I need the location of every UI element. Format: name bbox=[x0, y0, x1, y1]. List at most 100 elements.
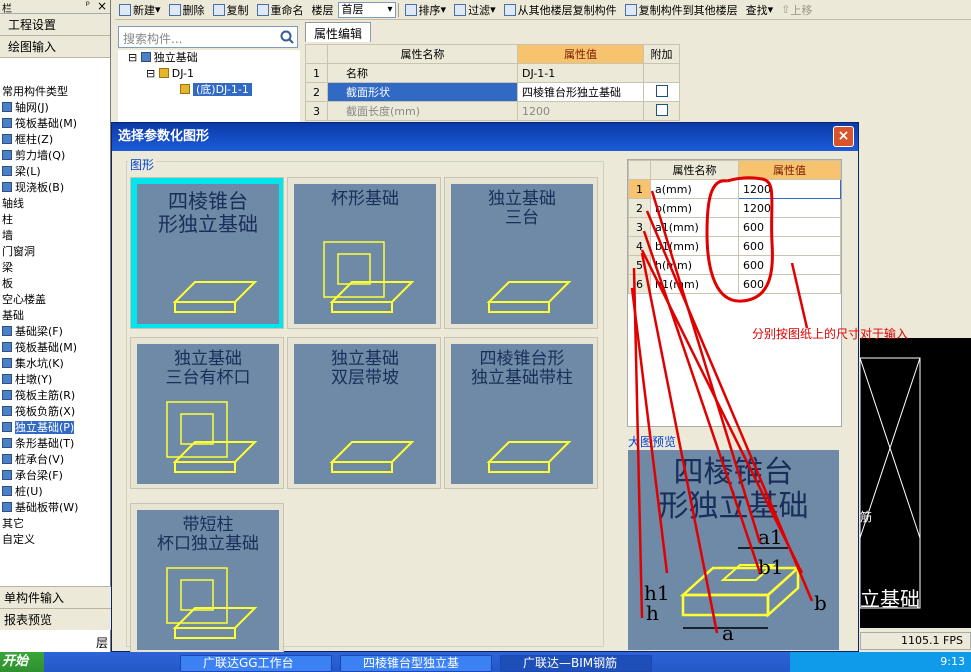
taskbar-item[interactable]: 广联达GG工作台 bbox=[180, 655, 332, 672]
copy-from-floor-button[interactable]: 从其他楼层复制构件 bbox=[500, 1, 621, 19]
property-grid: 属性名称 属性值 附加 1 名称 DJ-1-1 2 截面形状 四棱锥台形独立基础… bbox=[305, 44, 680, 121]
delete-button[interactable]: 删除 bbox=[165, 1, 209, 19]
shape-tile[interactable]: 独立基础 三台有杯口 bbox=[130, 337, 284, 489]
dialog-title: 选择参数化图形 bbox=[118, 129, 210, 144]
sidebar-item[interactable]: 墙 bbox=[0, 228, 110, 244]
sidebar-item[interactable]: 桩承台(V) bbox=[0, 452, 110, 468]
tree-node-root[interactable]: ⊟ 独立基础 bbox=[118, 50, 300, 66]
move-up-button[interactable]: ⇧ 上移 bbox=[777, 1, 816, 19]
sidebar-item[interactable]: 筏板基础(M) bbox=[0, 340, 110, 356]
new-button[interactable]: 新建 ▾ bbox=[115, 1, 165, 19]
shape-tile[interactable]: 独立基础 三台 bbox=[444, 177, 598, 329]
component-icon bbox=[2, 406, 12, 416]
red-annotation-arrows bbox=[630, 176, 814, 634]
sidebar-item[interactable]: 现浇板(B) bbox=[0, 180, 110, 196]
shape-sketch bbox=[172, 281, 258, 313]
filter-button[interactable]: 过滤 ▾ bbox=[450, 1, 500, 19]
component-icon bbox=[2, 486, 12, 496]
gear-icon bbox=[180, 84, 190, 94]
sidebar-item[interactable]: 板 bbox=[0, 276, 110, 292]
column-header-value: 属性值 bbox=[517, 44, 644, 64]
shape-tile[interactable]: 独立基础 双层带坡 bbox=[287, 337, 441, 489]
column-header-name: 属性名称 bbox=[327, 44, 518, 64]
sidebar-item[interactable]: 集水坑(K) bbox=[0, 356, 110, 372]
find-button[interactable]: 查找 ▾ bbox=[742, 1, 778, 19]
sidebar-item[interactable]: 轴网(J) bbox=[0, 100, 110, 116]
sidebar-item[interactable]: 框柱(Z) bbox=[0, 132, 110, 148]
close-button[interactable]: × bbox=[833, 126, 854, 147]
sidebar-item[interactable]: 基础 bbox=[0, 308, 110, 324]
component-icon bbox=[2, 102, 12, 112]
drawing-input-button[interactable]: 绘图输入 bbox=[0, 36, 110, 58]
cad-label: 筋 bbox=[860, 510, 873, 524]
toolbar-separator bbox=[397, 2, 399, 17]
search-icon[interactable] bbox=[279, 29, 295, 45]
project-settings-button[interactable]: 工程设置 bbox=[0, 14, 110, 36]
panel-header: 栏 ᵖ × bbox=[0, 0, 110, 15]
single-component-input-button[interactable]: 单构件输入 bbox=[0, 586, 111, 608]
sidebar-item[interactable]: 基础板带(W) bbox=[0, 500, 110, 516]
pin-icon[interactable]: ᵖ bbox=[86, 0, 90, 11]
tab-property-edit[interactable]: 属性编辑 bbox=[305, 22, 372, 42]
spacer bbox=[0, 58, 110, 84]
system-tray: 9:13 bbox=[790, 652, 971, 672]
component-icon bbox=[2, 150, 12, 160]
tree-node-dj1-1[interactable]: (底)DJ-1-1 bbox=[118, 82, 300, 98]
sidebar-item[interactable]: 其它 bbox=[0, 516, 110, 532]
shape-tile[interactable]: 四棱锥台形 独立基础带柱 bbox=[444, 337, 598, 489]
close-icon[interactable]: × bbox=[97, 0, 107, 13]
table-row[interactable]: 1 名称 DJ-1-1 bbox=[305, 63, 680, 83]
sort-button[interactable]: 排序 ▾ bbox=[401, 1, 451, 19]
sidebar-item[interactable]: 空心楼盖 bbox=[0, 292, 110, 308]
copy-to-floor-button[interactable]: 复制构件到其他楼层 bbox=[621, 1, 742, 19]
start-button[interactable]: 开始 bbox=[0, 652, 44, 672]
fps-status: 1105.1 FPS bbox=[860, 632, 971, 650]
sidebar-item[interactable]: 桩(U) bbox=[0, 484, 110, 500]
extra-checkbox[interactable] bbox=[655, 84, 668, 97]
taskbar-item[interactable]: 四棱锥台型独立基 bbox=[340, 655, 492, 672]
sidebar-item[interactable]: 柱墩(Y) bbox=[0, 372, 110, 388]
extra-checkbox[interactable] bbox=[655, 103, 668, 116]
rename-button[interactable]: 重命名 bbox=[253, 1, 308, 19]
sidebar-item[interactable]: 梁(L) bbox=[0, 164, 110, 180]
table-row[interactable]: 2 截面形状 四棱锥台形独立基础 bbox=[305, 82, 680, 102]
sidebar-item[interactable]: 基础梁(F) bbox=[0, 324, 110, 340]
component-icon bbox=[2, 342, 12, 352]
shape-sketch bbox=[166, 401, 258, 473]
shape-sketch bbox=[486, 441, 572, 473]
shape-tile[interactable]: 杯形基础 bbox=[287, 177, 441, 329]
shape-sketch bbox=[166, 567, 258, 639]
component-search-input[interactable]: 搜索构件... bbox=[118, 26, 298, 48]
left-navigation-panel: 栏 ᵖ × 工程设置 绘图输入 常用构件类型 轴网(J) 筏板基础(M) 框柱(Z)… bbox=[0, 0, 111, 652]
delete-icon bbox=[168, 3, 181, 16]
shape-sketch bbox=[486, 281, 572, 313]
sidebar-item[interactable]: 轴线 bbox=[0, 196, 110, 212]
sidebar-item[interactable]: 筏板基础(M) bbox=[0, 116, 110, 132]
shape-group-label: 图形 bbox=[128, 156, 157, 173]
floor-select[interactable]: 首层 bbox=[337, 1, 396, 18]
sidebar-item[interactable]: 筏板负筋(X) bbox=[0, 404, 110, 420]
grid-corner bbox=[305, 44, 328, 64]
taskbar-item[interactable]: 广联达—BIM钢筋 bbox=[500, 655, 652, 672]
sidebar-item[interactable]: 梁 bbox=[0, 260, 110, 276]
sidebar-item[interactable]: 条形基础(T) bbox=[0, 436, 110, 452]
sidebar-item[interactable]: 筏板主筋(R) bbox=[0, 388, 110, 404]
sidebar-item[interactable]: 门窗洞 bbox=[0, 244, 110, 260]
shape-tile[interactable]: 带短柱 杯口独立基础 bbox=[130, 503, 284, 655]
component-icon bbox=[2, 182, 12, 192]
shape-sketch bbox=[329, 441, 415, 473]
sidebar-item[interactable]: 独立基础(P) bbox=[0, 420, 110, 436]
table-row[interactable]: 3 截面长度(mm) 1200 bbox=[305, 101, 680, 121]
sidebar-item[interactable]: 柱 bbox=[0, 212, 110, 228]
tree-node-dj1[interactable]: ⊟ DJ-1 bbox=[118, 66, 300, 82]
sidebar-item[interactable]: 承台梁(F) bbox=[0, 468, 110, 484]
component-icon bbox=[2, 422, 12, 432]
report-preview-button[interactable]: 报表预览 bbox=[0, 608, 111, 630]
copy-from-icon bbox=[503, 3, 516, 16]
tree-category[interactable]: 常用构件类型 bbox=[0, 84, 110, 100]
sidebar-item[interactable]: 自定义 bbox=[0, 532, 110, 544]
copy-button[interactable]: 复制 bbox=[209, 1, 253, 19]
cad-canvas[interactable]: 筋 立基础 bbox=[859, 338, 971, 628]
shape-tile[interactable]: 四棱锥台 形独立基础 bbox=[130, 177, 284, 329]
sidebar-item[interactable]: 剪力墙(Q) bbox=[0, 148, 110, 164]
